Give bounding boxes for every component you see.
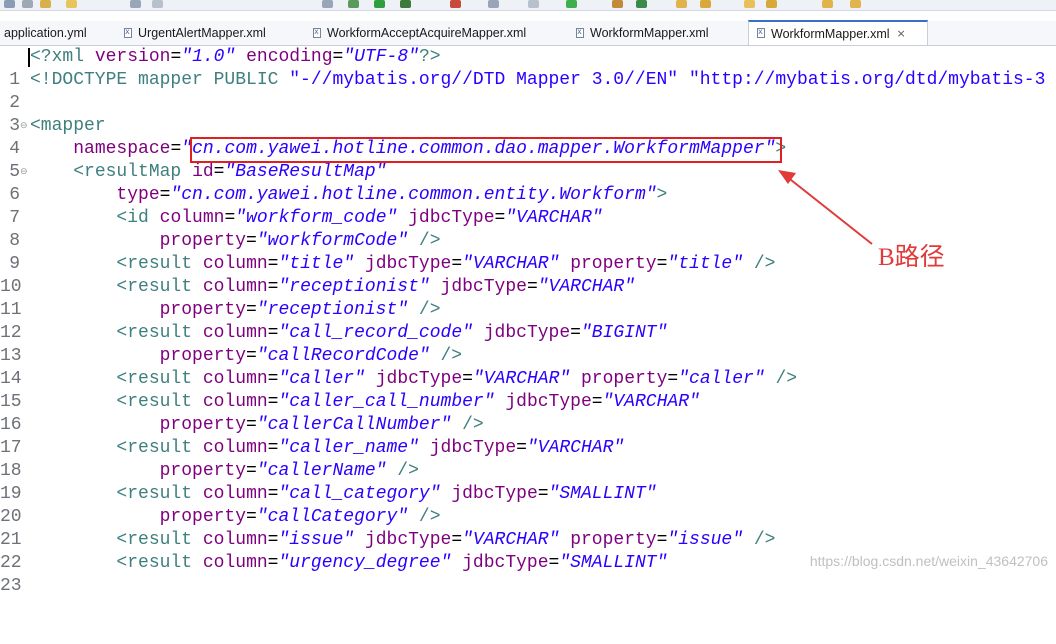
annotation-label: B路径 bbox=[878, 244, 945, 271]
watermark: https://blog.csdn.net/weixin_43642706 bbox=[809, 553, 1048, 569]
annotation-arrow bbox=[778, 170, 873, 245]
